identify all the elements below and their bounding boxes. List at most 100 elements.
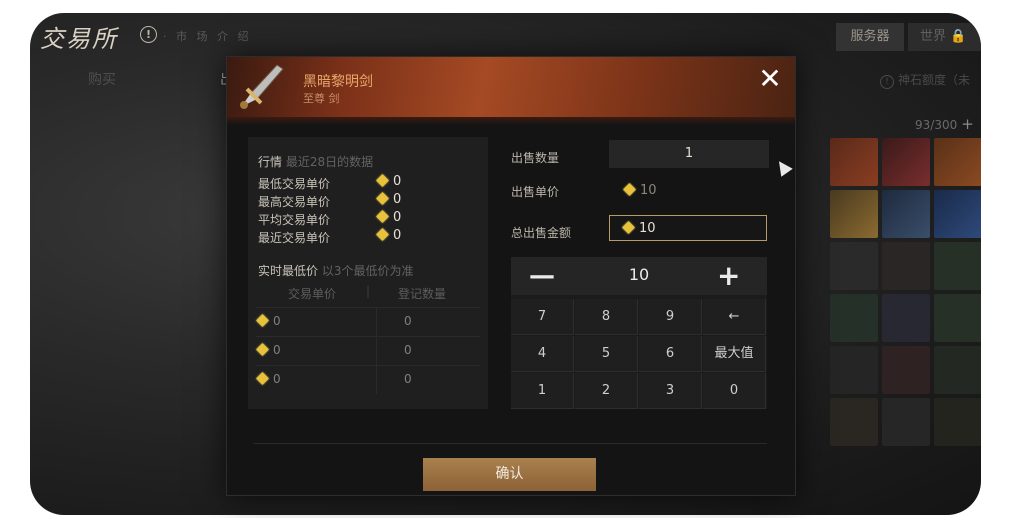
market-row-value: 0 [376, 210, 402, 225]
inventory-slot[interactable] [934, 294, 981, 342]
col-price-header: 交易单价 [288, 287, 337, 301]
market-row-label: 最低交易单价 [258, 177, 331, 191]
world-tab[interactable]: 世界 🔒 [908, 23, 981, 51]
gem-icon [622, 221, 635, 234]
row-price-value: 0 [273, 343, 281, 357]
server-tab[interactable]: 服务器 [836, 23, 904, 51]
key-8[interactable]: 8 [575, 299, 638, 335]
gem-icon [256, 372, 269, 385]
item-name: 黑暗黎明剑 [303, 74, 373, 90]
key-9[interactable]: 9 [639, 299, 702, 335]
divider [376, 337, 377, 365]
total-label: 总出售金额 [511, 226, 572, 240]
gem-icon [376, 174, 389, 187]
lowest-subtitle: 以3个最低价为准 [321, 264, 414, 278]
inventory-slot[interactable] [934, 242, 981, 290]
number-keypad: — 10 + 7 8 9 ← 4 5 6 最大值 1 2 3 0 [511, 257, 767, 409]
tab-buy[interactable]: 购买 [88, 69, 116, 89]
max-key[interactable]: 最大值 [703, 336, 766, 372]
total-amount-value: 10 [639, 221, 656, 236]
minus-button[interactable]: — [529, 261, 555, 291]
key-1[interactable]: 1 [511, 373, 574, 409]
inventory-slot[interactable] [830, 138, 878, 186]
market-row-label: 最近交易单价 [258, 231, 331, 245]
lowest-title-text: 实时最低价 [258, 264, 319, 278]
quota-text: 神石额度（未 [898, 73, 971, 87]
row-price-value: 0 [273, 314, 281, 328]
market-row-value: 0 [376, 192, 402, 207]
gem-icon [376, 210, 389, 223]
inventory-slot[interactable] [882, 190, 930, 238]
market-subtitle: 最近28日的数据 [285, 155, 374, 169]
lowest-title: 实时最低价 以3个最低价为准 [258, 262, 413, 279]
col-separator: | [366, 284, 371, 298]
inventory-slot[interactable] [934, 398, 981, 446]
inventory-slot[interactable] [882, 346, 930, 394]
market-row-value: 0 [376, 174, 402, 189]
inventory-slot[interactable] [882, 242, 930, 290]
item-grade: 至尊 剑 [303, 92, 340, 105]
market-row-number: 0 [393, 210, 402, 225]
plus-button[interactable]: + [717, 259, 740, 292]
quota-label: ! 神石额度（未 [880, 71, 970, 89]
sell-dialog: 黑暗黎明剑 至尊 剑 ✕ 行情 最近28日的数据 最低交易单价 0 最高交易单价… [226, 56, 796, 496]
inventory-slot[interactable] [882, 398, 930, 446]
row-price-value: 0 [273, 372, 281, 386]
row-qty: 0 [404, 343, 412, 357]
gem-icon [256, 314, 269, 327]
total-amount-input[interactable]: 10 [609, 215, 767, 241]
unit-price-number: 10 [640, 183, 657, 198]
key-5[interactable]: 5 [575, 336, 638, 372]
backspace-key[interactable]: ← [703, 299, 766, 335]
key-6[interactable]: 6 [639, 336, 702, 372]
slot-count: 93/300 + [915, 115, 974, 133]
key-7[interactable]: 7 [511, 299, 574, 335]
unit-price-label: 出售单价 [511, 185, 560, 199]
market-title-text: 行情 [258, 155, 283, 169]
confirm-button[interactable]: 确认 [423, 458, 596, 491]
inventory-slot[interactable] [830, 346, 878, 394]
table-row: 0 0 [256, 336, 480, 365]
keypad-display: 10 [628, 265, 650, 284]
inventory-slot[interactable] [830, 294, 878, 342]
inventory-slot[interactable] [830, 398, 878, 446]
faint-subtitle: · 市 场 介 绍 [163, 30, 252, 43]
sell-qty-label: 出售数量 [511, 151, 560, 165]
info-icon[interactable]: ! [140, 26, 157, 43]
row-price: 0 [256, 343, 281, 357]
key-2[interactable]: 2 [575, 373, 638, 409]
inventory-slot[interactable] [934, 190, 981, 238]
dialog-header: 黑暗黎明剑 至尊 剑 ✕ [227, 57, 795, 125]
sell-qty-input[interactable]: 1 [609, 140, 769, 168]
inventory-slot[interactable] [830, 242, 878, 290]
gem-icon [623, 183, 636, 196]
market-row-value: 0 [376, 228, 402, 243]
plus-icon[interactable]: + [961, 115, 974, 133]
inventory-slot[interactable] [934, 138, 981, 186]
top-bar: 交易所 ! · 市 场 介 绍 服务器 世界 🔒 [30, 13, 981, 59]
market-row-number: 0 [393, 228, 402, 243]
row-price: 0 [256, 372, 281, 386]
row-qty: 0 [404, 372, 412, 386]
market-row-number: 0 [393, 174, 402, 189]
gem-icon [376, 228, 389, 241]
sword-icon [240, 64, 284, 109]
key-4[interactable]: 4 [511, 336, 574, 372]
close-icon[interactable]: ✕ [756, 65, 784, 93]
inventory-slot[interactable] [882, 294, 930, 342]
inventory-slot[interactable] [934, 346, 981, 394]
market-row-number: 0 [393, 192, 402, 207]
key-3[interactable]: 3 [639, 373, 702, 409]
row-price: 0 [256, 314, 281, 328]
exchange-logo: 交易所 [40, 25, 118, 53]
inventory-slot[interactable] [830, 190, 878, 238]
info-icon: ! [880, 75, 894, 89]
divider [376, 308, 377, 336]
inventory-slot[interactable] [882, 138, 930, 186]
market-panel: 行情 最近28日的数据 最低交易单价 0 最高交易单价 0 平均交易单价 0 最… [248, 137, 488, 409]
col-qty-header: 登记数量 [398, 287, 447, 301]
divider [376, 366, 377, 394]
row-qty: 0 [404, 314, 412, 328]
slot-count-text: 93/300 [915, 118, 958, 132]
key-0[interactable]: 0 [703, 373, 766, 409]
